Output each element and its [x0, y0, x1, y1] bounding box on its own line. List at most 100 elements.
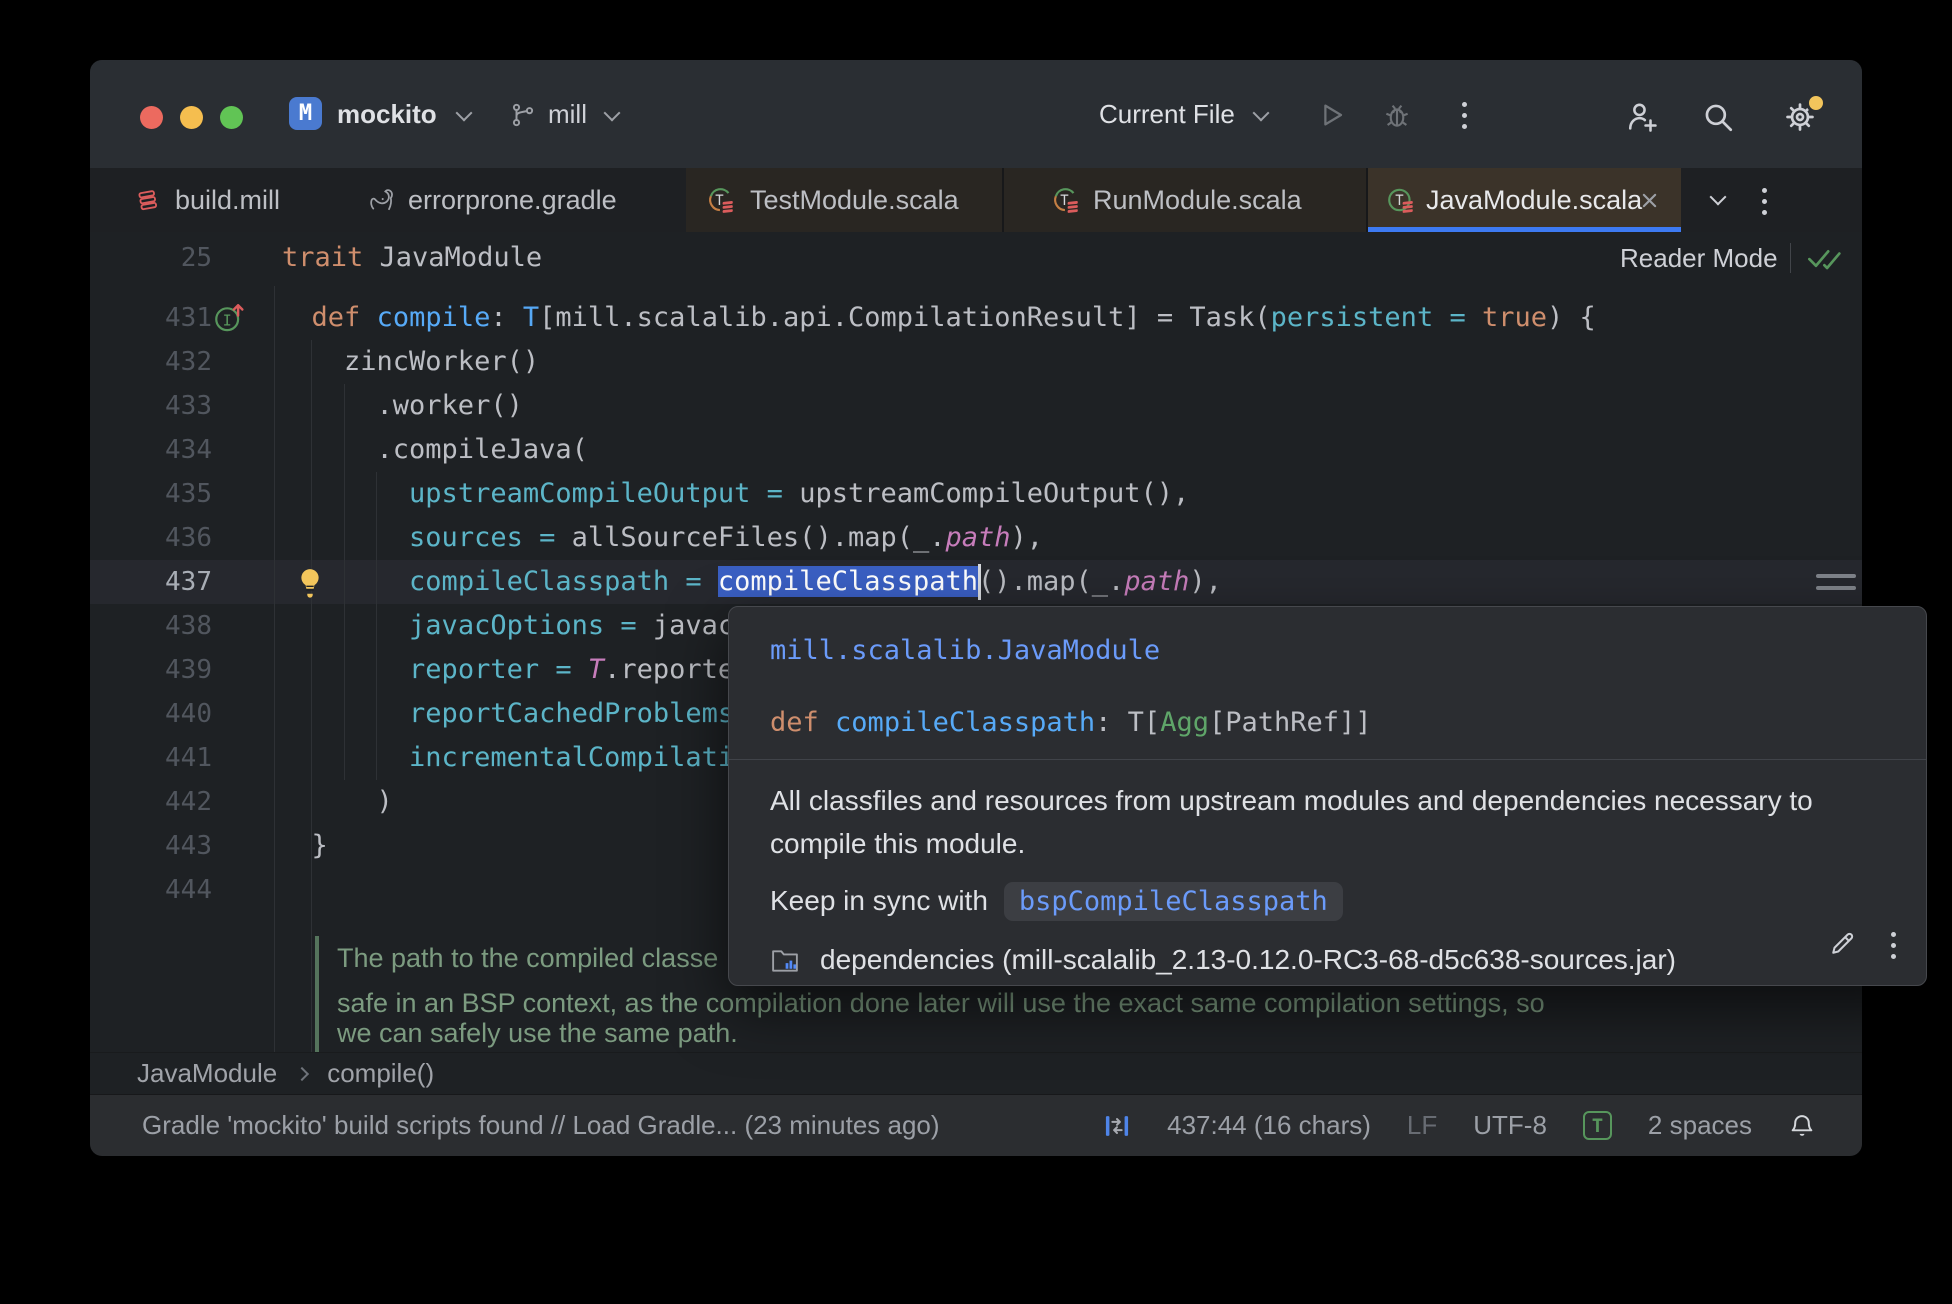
- source-jar-label[interactable]: dependencies (mill-scalalib_2.13-0.12.0-…: [820, 944, 1676, 976]
- chevron-down-icon: [1252, 104, 1270, 122]
- line-number[interactable]: 431: [90, 296, 212, 340]
- column-sync-icon[interactable]: [1103, 1112, 1131, 1140]
- popup-source-row: dependencies (mill-scalalib_2.13-0.12.0-…: [770, 943, 1676, 977]
- line-number[interactable]: 437: [90, 560, 212, 604]
- svg-text:T: T: [1395, 193, 1404, 209]
- breadcrumb-item-compile[interactable]: compile(): [327, 1058, 434, 1089]
- line-number[interactable]: 436: [90, 516, 212, 560]
- more-actions-button[interactable]: [1462, 102, 1467, 129]
- ide-window: M mockito mill Current File build.mill e…: [90, 60, 1927, 1156]
- close-tab-icon[interactable]: [1642, 193, 1657, 208]
- popup-divider: [729, 759, 1926, 760]
- svg-text:I: I: [223, 311, 232, 329]
- run-configuration-selector[interactable]: Current File: [1099, 60, 1235, 168]
- bsp-compile-classpath-link[interactable]: bspCompileClasspath: [1003, 881, 1343, 921]
- caret-position-widget[interactable]: 437:44 (16 chars): [1167, 1110, 1371, 1141]
- maximize-window-button[interactable]: [220, 106, 243, 129]
- reader-mode-toggle[interactable]: Reader Mode: [1620, 232, 1778, 284]
- project-selector[interactable]: mockito: [337, 60, 437, 168]
- line-number[interactable]: 443: [90, 824, 212, 868]
- popup-signature: def compileClasspath: T[Agg[PathRef]]: [770, 707, 1372, 738]
- doc-comment-text: safe in an BSP context, as the compilati…: [337, 988, 1545, 1018]
- line-number[interactable]: 440: [90, 692, 212, 736]
- code-line-431[interactable]: 431 def compile: T[mill.scalalib.api.Com…: [90, 296, 1862, 340]
- code-line-433[interactable]: 433 .worker(): [90, 384, 1862, 428]
- keep-in-sync-label: Keep in sync with: [770, 885, 988, 916]
- inspections-ok-icon[interactable]: [1806, 244, 1846, 272]
- tab-testmodule-scala[interactable]: TestModule.scala: [750, 168, 959, 232]
- doc-comment-text: The path to the compiled classe: [337, 943, 719, 973]
- indent-widget[interactable]: 2 spaces: [1648, 1110, 1752, 1141]
- code-text: }: [279, 830, 328, 861]
- popup-description-line: All classfiles and resources from upstre…: [770, 785, 1813, 816]
- scrollbar-thumb[interactable]: [1816, 586, 1856, 590]
- line-number[interactable]: 435: [90, 472, 212, 516]
- code-line-435[interactable]: 435 upstreamCompileOutput = upstreamComp…: [90, 472, 1862, 516]
- scala-trait-icon: T: [709, 188, 733, 213]
- code-line-436[interactable]: 436 sources = allSourceFiles().map(_.pat…: [90, 516, 1862, 560]
- sticky-line-number[interactable]: 25: [90, 232, 212, 284]
- line-number[interactable]: 433: [90, 384, 212, 428]
- documentation-popup: mill.scalalib.JavaModule def compileClas…: [728, 606, 1927, 986]
- search-everywhere-button[interactable]: [1701, 100, 1735, 134]
- line-number[interactable]: 444: [90, 868, 212, 912]
- sticky-code[interactable]: trait JavaModule: [282, 232, 542, 284]
- encoding-widget[interactable]: UTF-8: [1473, 1110, 1547, 1141]
- breadcrumb-item-javamodule[interactable]: JavaModule: [137, 1058, 277, 1089]
- code-text: reporter = T.reporter: [409, 654, 751, 685]
- code-with-me-button[interactable]: [1626, 100, 1660, 134]
- debug-button[interactable]: [1382, 100, 1412, 130]
- code-text: sources = allSourceFiles().map(_.path),: [409, 522, 1044, 553]
- code-text: reportCachedProblems: [409, 698, 735, 729]
- code-line-432[interactable]: 432 zincWorker(): [90, 340, 1862, 384]
- svg-text:T: T: [715, 193, 724, 209]
- code-text: incrementalCompilatio: [409, 742, 751, 773]
- code-text: .worker(): [279, 390, 523, 421]
- branch-selector[interactable]: mill: [548, 60, 587, 168]
- code-text: javacOptions = javacO: [409, 610, 751, 641]
- intention-bulb-icon[interactable]: [295, 566, 325, 598]
- status-widgets: 437:44 (16 chars) LF UTF-8 T 2 spaces: [1103, 1095, 1816, 1156]
- line-ending-widget[interactable]: LF: [1407, 1110, 1437, 1141]
- line-number[interactable]: 432: [90, 340, 212, 384]
- minimize-window-button[interactable]: [180, 106, 203, 129]
- notifications-bell-icon[interactable]: [1788, 1112, 1816, 1140]
- text-caret: [978, 564, 981, 600]
- override-marker-icon[interactable]: I: [212, 301, 246, 335]
- code-line-437[interactable]: 437 compileClasspath = compileClasspath(…: [90, 560, 1862, 604]
- line-number[interactable]: 439: [90, 648, 212, 692]
- popup-description: All classfiles and resources from upstre…: [770, 779, 1813, 865]
- library-sources-folder-icon: [772, 950, 798, 972]
- edit-pencil-icon[interactable]: [1827, 929, 1857, 959]
- line-number[interactable]: 438: [90, 604, 212, 648]
- true-indent-icon[interactable]: T: [1582, 1111, 1612, 1140]
- tab-javamodule-scala[interactable]: JavaModule.scala: [1426, 168, 1642, 232]
- popup-description-line: compile this module.: [770, 828, 1026, 859]
- tab-errorprone-gradle[interactable]: errorprone.gradle: [408, 168, 617, 232]
- svg-text:T: T: [1060, 193, 1069, 209]
- code-text: .compileJava(: [279, 434, 588, 465]
- scala-trait-icon: T: [1388, 188, 1413, 213]
- tab-runmodule-scala[interactable]: RunModule.scala: [1093, 168, 1302, 232]
- popup-more-button[interactable]: [1891, 932, 1896, 959]
- breadcrumb: JavaModule compile(): [90, 1052, 1862, 1094]
- tab-list-chevron-icon[interactable]: [1709, 188, 1727, 206]
- popup-qualifier-link[interactable]: mill.scalalib.JavaModule: [770, 635, 1160, 666]
- editor-tab-bar: build.mill errorprone.gradle T TestModul…: [90, 168, 1862, 232]
- line-number[interactable]: 441: [90, 736, 212, 780]
- settings-notification-dot: [1806, 93, 1826, 113]
- doc-comment-border: [315, 936, 319, 1052]
- sticky-separator: [1790, 243, 1791, 273]
- close-window-button[interactable]: [140, 106, 163, 129]
- desktop-background: M mockito mill Current File build.mill e…: [0, 0, 1952, 1304]
- code-line-434[interactable]: 434 .compileJava(: [90, 428, 1862, 472]
- scrollbar-thumb[interactable]: [1816, 574, 1856, 578]
- tab-build-mill[interactable]: build.mill: [175, 168, 280, 232]
- project-icon: M: [289, 97, 322, 130]
- run-button[interactable]: [1316, 100, 1346, 130]
- status-message[interactable]: Gradle 'mockito' build scripts found // …: [142, 1095, 940, 1155]
- tab-options-button[interactable]: [1762, 188, 1767, 215]
- doc-comment-text: we can safely use the same path.: [337, 1018, 738, 1048]
- line-number[interactable]: 442: [90, 780, 212, 824]
- line-number[interactable]: 434: [90, 428, 212, 472]
